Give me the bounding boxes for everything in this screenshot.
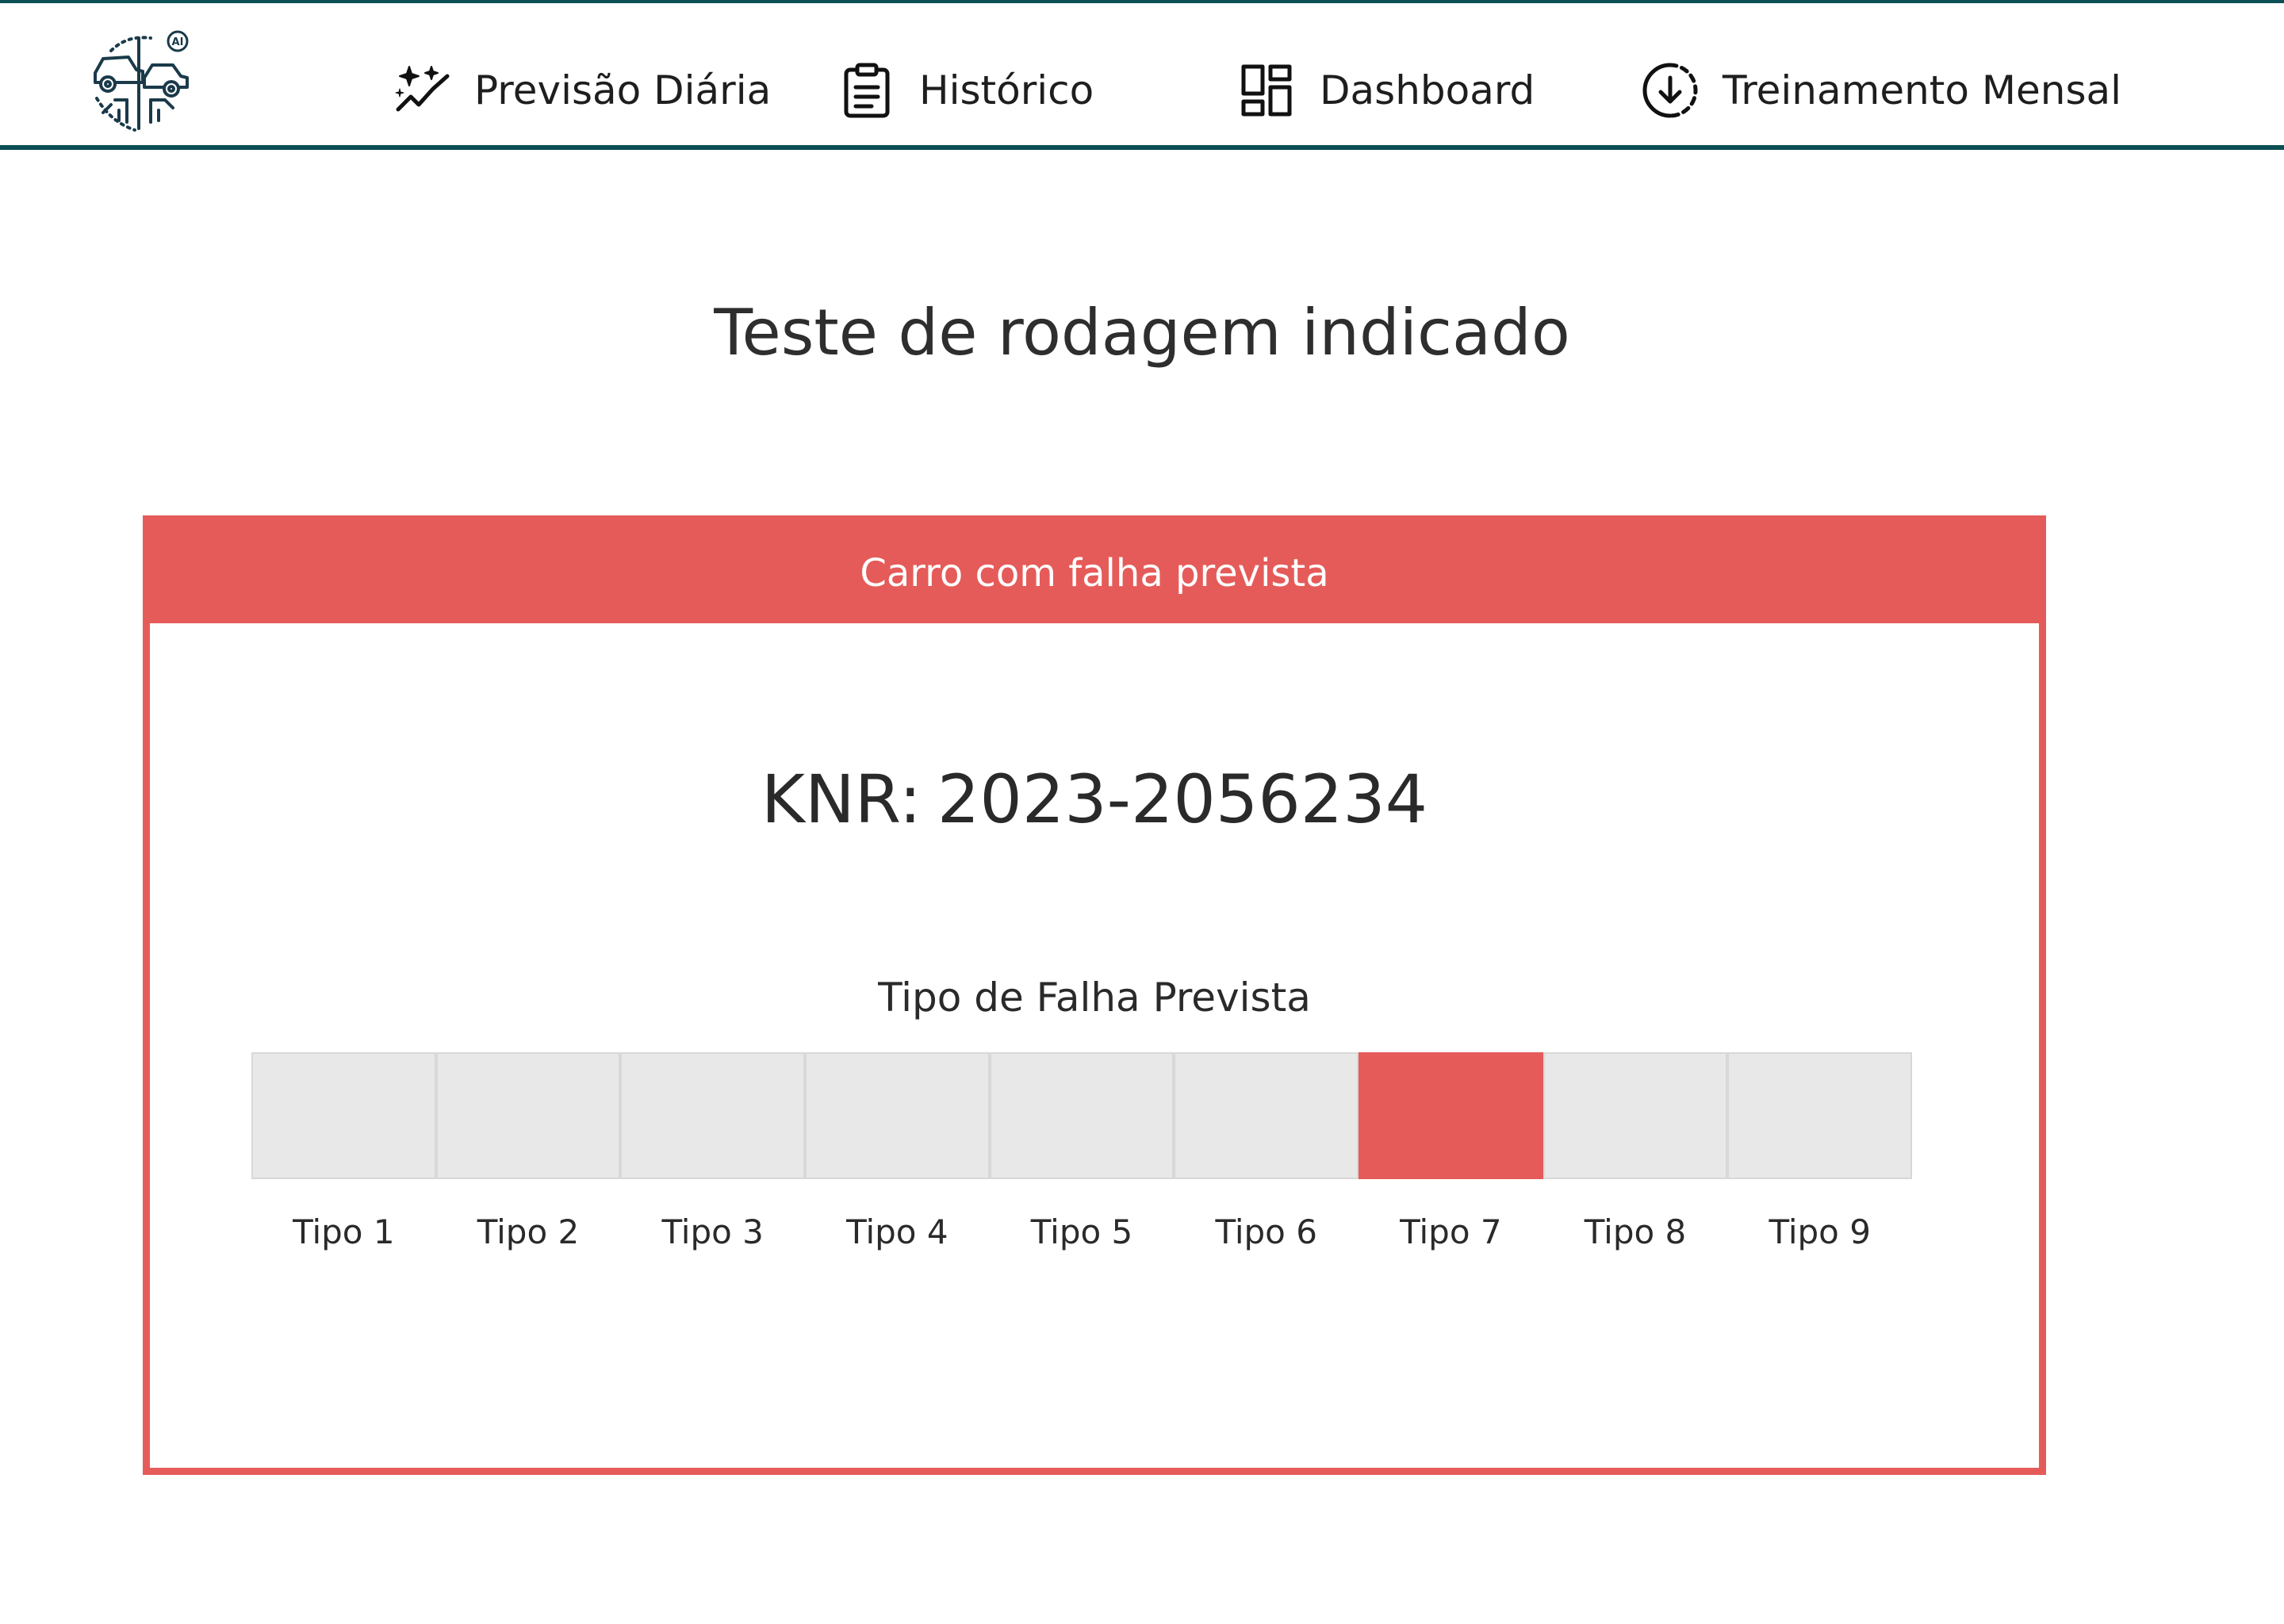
nav-label: Treinamento Mensal [1723, 67, 2122, 113]
fault-label: Tipo 2 [477, 1212, 580, 1251]
app-logo[interactable]: AI [79, 27, 198, 134]
fault-type-labels: Tipo 1 Tipo 2 Tipo 3 Tipo 4 Tipo 5 Tipo … [251, 1212, 1912, 1251]
nav-label: Histórico [919, 67, 1094, 113]
nav-dashboard[interactable]: Dashboard [1237, 59, 1535, 122]
card-header: Carro com falha prevista [150, 523, 2039, 623]
fault-cell-tipo-4 [805, 1052, 990, 1179]
fault-cell-tipo-6 [1174, 1052, 1359, 1179]
fault-label: Tipo 3 [661, 1212, 764, 1251]
fault-cell-tipo-9 [1727, 1052, 1913, 1179]
dashboard-icon [1237, 60, 1297, 121]
nav-label: Previsão Diária [474, 67, 772, 113]
fault-cell-tipo-3 [620, 1052, 806, 1179]
clipboard-icon [837, 60, 897, 121]
knr-label: KNR: [761, 760, 922, 838]
download-circle-icon [1640, 60, 1700, 121]
fault-cell-tipo-7 [1359, 1052, 1543, 1179]
fault-label: Tipo 7 [1400, 1212, 1502, 1251]
fault-cell-tipo-5 [989, 1052, 1175, 1179]
fault-label: Tipo 8 [1584, 1212, 1687, 1251]
fault-cell-tipo-8 [1542, 1052, 1728, 1179]
fault-type-title: Tipo de Falha Prevista [878, 975, 1311, 1021]
nav-label: Dashboard [1320, 67, 1535, 113]
fault-label: Tipo 4 [846, 1212, 948, 1251]
knr-display: KNR: 2023-2056234 [150, 760, 2039, 838]
fault-cell-tipo-2 [435, 1052, 621, 1179]
fault-label: Tipo 1 [293, 1212, 395, 1251]
nav-previsao-diaria[interactable]: Previsão Diária [392, 59, 771, 122]
fault-type-bar [251, 1052, 1913, 1179]
knr-value: 2023-2056234 [937, 760, 1428, 838]
car-ai-logo-icon: AI [94, 30, 189, 132]
page-title: Teste de rodagem indicado [714, 296, 1570, 370]
top-navbar: AI Previsão Diária Histórico Dashboard T… [0, 0, 2284, 150]
fault-label: Tipo 5 [1030, 1212, 1133, 1251]
fault-cell-tipo-1 [251, 1052, 436, 1179]
fault-label: Tipo 6 [1215, 1212, 1317, 1251]
nav-treinamento-mensal[interactable]: Treinamento Mensal [1640, 59, 2121, 122]
nav-historico[interactable]: Histórico [837, 59, 1094, 122]
prediction-card: Carro com falha prevista KNR: 2023-205623… [143, 515, 2046, 1475]
sparkle-trend-icon [392, 60, 452, 121]
fault-label: Tipo 9 [1769, 1212, 1871, 1251]
logo-badge-text: AI [172, 36, 184, 48]
